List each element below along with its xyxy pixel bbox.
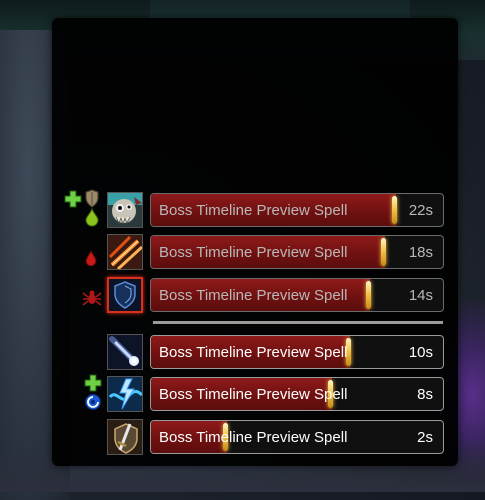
role-icons: [62, 234, 104, 270]
timeline-row: Boss Timeline Preview Spell 22s: [0, 189, 485, 228]
role-icons: [62, 277, 104, 313]
timeline-divider: [153, 321, 443, 324]
magic-swirl-icon: [85, 394, 101, 410]
countdown-time: 8s: [417, 386, 433, 403]
spell-name: Boss Timeline Preview Spell: [159, 202, 348, 219]
timeline-row: Boss Timeline Preview Spell 18s: [0, 234, 485, 270]
countdown-time: 22s: [408, 202, 433, 219]
healer-cross-icon: [84, 374, 102, 392]
healer-cross-icon: [64, 190, 82, 208]
role-icons: [62, 419, 104, 455]
lightning-wave-icon: [107, 376, 143, 412]
sword-shield-icon: [107, 419, 143, 455]
timeline-bar[interactable]: Boss Timeline Preview Spell 14s: [150, 278, 444, 312]
tank-shield-icon: [85, 189, 99, 208]
countdown-time: 2s: [417, 429, 433, 446]
countdown-time: 10s: [408, 344, 433, 361]
timeline-bar[interactable]: Boss Timeline Preview Spell 2s: [150, 420, 444, 454]
timeline-row: Boss Timeline Preview Spell 8s: [0, 374, 485, 412]
timeline-bar[interactable]: Boss Timeline Preview Spell 22s: [150, 193, 444, 227]
role-icons: [62, 189, 104, 228]
countdown-time: 18s: [408, 244, 433, 261]
spell-name: Boss Timeline Preview Spell: [159, 429, 348, 446]
timeline-row: Boss Timeline Preview Spell 2s: [0, 419, 485, 455]
spell-name: Boss Timeline Preview Spell: [159, 244, 348, 261]
spell-name: Boss Timeline Preview Spell: [159, 386, 348, 403]
timeline-bar[interactable]: Boss Timeline Preview Spell 18s: [150, 235, 444, 269]
frost-comet-icon: [107, 334, 143, 370]
timeline-row: Boss Timeline Preview Spell 14s: [0, 277, 485, 313]
spell-name: Boss Timeline Preview Spell: [159, 344, 348, 361]
poison-drop-icon: [85, 208, 99, 227]
dark-shield-icon: [107, 277, 143, 313]
spider-icon: [82, 290, 102, 306]
bleed-drop-icon: [85, 250, 97, 266]
bar-spark: [392, 196, 397, 224]
timeline-bar[interactable]: Boss Timeline Preview Spell 8s: [150, 377, 444, 411]
bar-spark: [381, 238, 386, 266]
timeline-bar[interactable]: Boss Timeline Preview Spell 10s: [150, 335, 444, 369]
countdown-time: 14s: [408, 287, 433, 304]
bar-spark: [366, 281, 371, 309]
skull-monster-icon: [107, 192, 143, 228]
timeline-row: Boss Timeline Preview Spell 10s: [0, 334, 485, 370]
role-icons: [62, 334, 104, 370]
role-icons: [62, 374, 104, 412]
claw-slash-icon: [107, 234, 143, 270]
spell-name: Boss Timeline Preview Spell: [159, 287, 348, 304]
